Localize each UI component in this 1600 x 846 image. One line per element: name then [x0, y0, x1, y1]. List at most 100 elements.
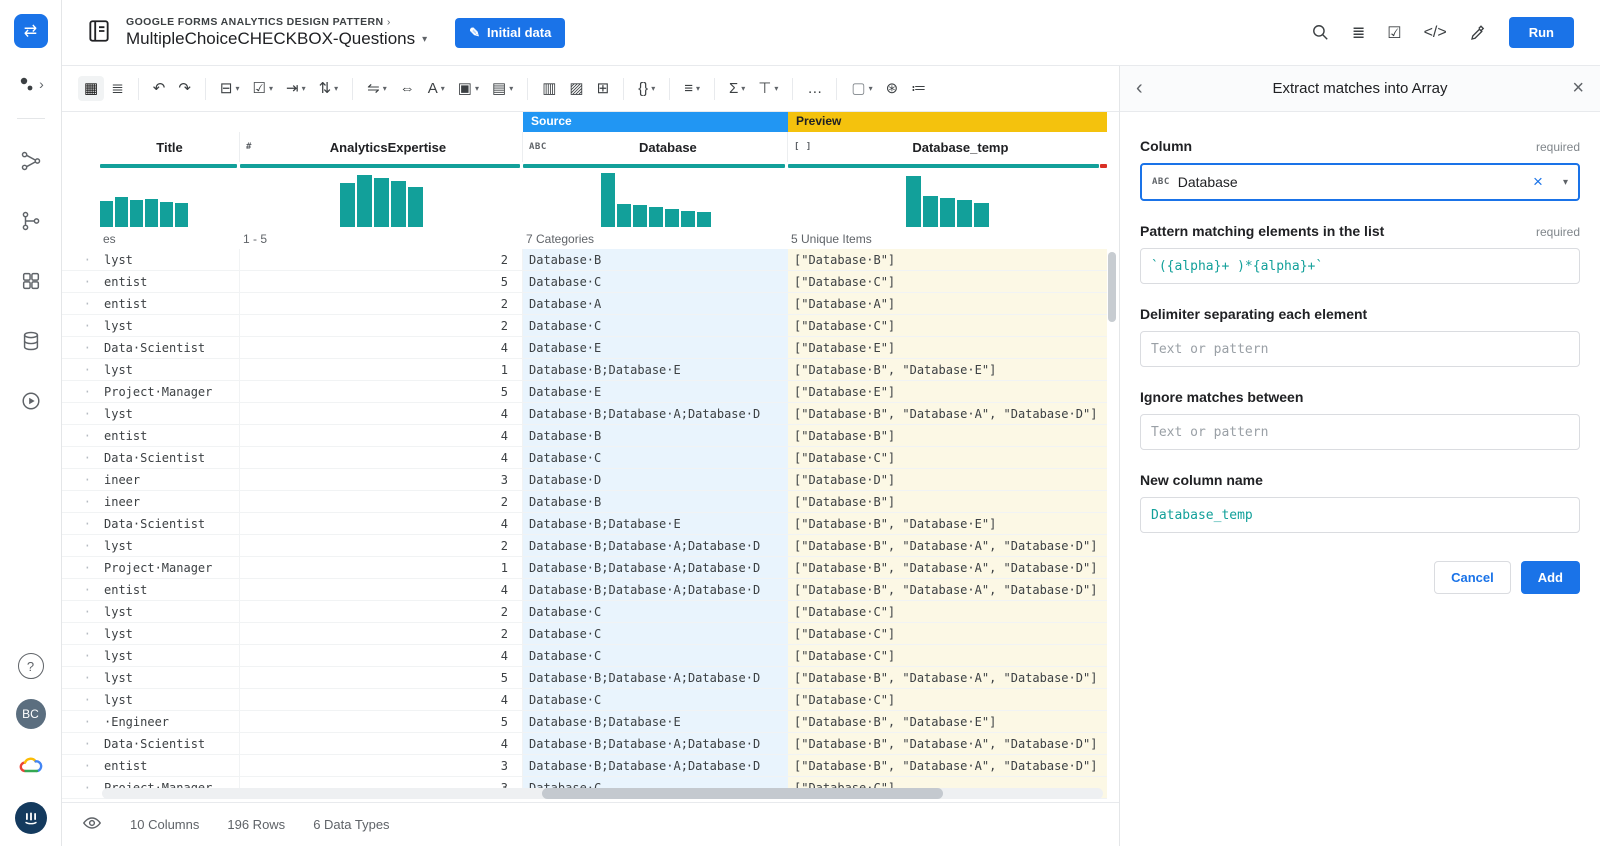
cell-database-temp[interactable]: ["Database·B", "Database·A", "Database·D…	[788, 535, 1107, 556]
cell-analyticsexpertise[interactable]: 1	[240, 359, 523, 380]
histogram-bar[interactable]	[115, 197, 128, 227]
cell-analyticsexpertise[interactable]: 4	[240, 579, 523, 600]
table-row[interactable]: ·Project·Manager1Database·B;Database·A;D…	[62, 557, 1107, 579]
cell-database-temp[interactable]: ["Database·B", "Database·A", "Database·D…	[788, 755, 1107, 776]
cell-title[interactable]: lyst	[100, 249, 240, 270]
pivot-button[interactable]: ▥	[536, 76, 562, 101]
cell-database[interactable]: Database·D	[523, 469, 788, 490]
histogram-bar[interactable]	[160, 202, 173, 227]
cell-analyticsexpertise[interactable]: 4	[240, 645, 523, 666]
histogram-bar[interactable]	[974, 203, 989, 227]
cell-title[interactable]: entist	[100, 755, 240, 776]
table-row[interactable]: ·lyst4Database·B;Database·A;Database·D["…	[62, 403, 1107, 425]
cell-analyticsexpertise[interactable]: 1	[240, 557, 523, 578]
cell-database[interactable]: Database·B;Database·E	[523, 513, 788, 534]
cell-analyticsexpertise[interactable]: 5	[240, 381, 523, 402]
cell-analyticsexpertise[interactable]: 2	[240, 315, 523, 336]
cell-title[interactable]: entist	[100, 425, 240, 446]
cell-title[interactable]: lyst	[100, 667, 240, 688]
cell-database-temp[interactable]: ["Database·C"]	[788, 447, 1107, 468]
histogram-bar[interactable]	[617, 204, 631, 227]
table-row[interactable]: ·lyst2Database·B;Database·A;Database·D["…	[62, 535, 1107, 557]
cell-database-temp[interactable]: ["Database·B"]	[788, 249, 1107, 270]
preview-tag[interactable]: Preview	[788, 112, 1107, 132]
cell-analyticsexpertise[interactable]: 4	[240, 337, 523, 358]
histogram-bar[interactable]	[130, 200, 143, 227]
table-row[interactable]: ·lyst4Database·C["Database·C"]	[62, 689, 1107, 711]
cell-database-temp[interactable]: ["Database·B", "Database·E"]	[788, 513, 1107, 534]
histogram-bar[interactable]	[175, 203, 188, 227]
cell-analyticsexpertise[interactable]: 2	[240, 491, 523, 512]
cell-database-temp[interactable]: ["Database·A"]	[788, 293, 1107, 314]
code-view-button[interactable]: </>	[1424, 24, 1447, 42]
cell-database-temp[interactable]: ["Database·B", "Database·A", "Database·D…	[788, 557, 1107, 578]
format-button[interactable]: A▾	[422, 76, 451, 101]
sort-button[interactable]: ⇅▾	[313, 76, 345, 101]
table-row[interactable]: ·Data·Scientist4Database·E["Database·E"]	[62, 337, 1107, 359]
cell-database-temp[interactable]: ["Database·C"]	[788, 271, 1107, 292]
table-row[interactable]: ·ineer3Database·D["Database·D"]	[62, 469, 1107, 491]
table-row[interactable]: ··Engineer5Database·B;Database·E["Databa…	[62, 711, 1107, 733]
sidebar-item-flows[interactable]: ›	[17, 74, 44, 94]
histogram-analyticsexpertise[interactable]	[240, 169, 523, 229]
column-select[interactable]: ABC Database × ▾	[1140, 163, 1580, 201]
cell-database-temp[interactable]: ["Database·E"]	[788, 381, 1107, 402]
table-row[interactable]: ·Data·Scientist4Database·B;Database·E["D…	[62, 513, 1107, 535]
app-logo[interactable]: ⇄	[14, 14, 48, 48]
sidebar-item-connections[interactable]	[11, 321, 51, 361]
clear-selection-icon[interactable]: ×	[1533, 172, 1543, 192]
cell-database-temp[interactable]: ["Database·C"]	[788, 601, 1107, 622]
cell-database[interactable]: Database·C	[523, 601, 788, 622]
help-button[interactable]: ?	[18, 653, 44, 679]
back-button[interactable]: ‹	[1136, 77, 1158, 100]
histogram-bar[interactable]	[923, 196, 938, 227]
histogram-bar[interactable]	[374, 178, 389, 227]
cell-database-temp[interactable]: ["Database·D"]	[788, 469, 1107, 490]
caret-down-icon[interactable]: ▾	[1563, 177, 1568, 188]
initial-data-button[interactable]: ✎ Initial data	[455, 18, 565, 48]
table-row[interactable]: ·lyst5Database·B;Database·A;Database·D["…	[62, 667, 1107, 689]
table-row[interactable]: ·entist5Database·C["Database·C"]	[62, 271, 1107, 293]
horizontal-scrollbar-thumb[interactable]	[542, 788, 942, 799]
avatar[interactable]: BC	[16, 699, 46, 729]
histogram-bar[interactable]	[408, 187, 423, 227]
cell-analyticsexpertise[interactable]: 5	[240, 271, 523, 292]
aggregate-button[interactable]: Σ▾	[723, 76, 751, 101]
validate-button[interactable]: ☑▾	[247, 76, 279, 101]
histogram-bar[interactable]	[601, 173, 615, 227]
histogram-database-temp[interactable]	[788, 169, 1107, 229]
cell-database-temp[interactable]: ["Database·B", "Database·A", "Database·D…	[788, 667, 1107, 688]
table-row[interactable]: ·lyst2Database·B["Database·B"]	[62, 249, 1107, 271]
histogram-bar[interactable]	[340, 183, 355, 227]
cell-title[interactable]: lyst	[100, 601, 240, 622]
search-button[interactable]	[1311, 23, 1330, 42]
cell-title[interactable]: Data·Scientist	[100, 733, 240, 754]
column-header-database[interactable]: ABC Database	[523, 132, 788, 162]
table-row[interactable]: ·lyst2Database·C["Database·C"]	[62, 601, 1107, 623]
cell-analyticsexpertise[interactable]: 5	[240, 711, 523, 732]
cell-database[interactable]: Database·B;Database·A;Database·D	[523, 755, 788, 776]
source-tag[interactable]: Source	[523, 112, 788, 132]
google-cloud-logo[interactable]	[18, 755, 44, 780]
preview-eye-button[interactable]	[82, 813, 102, 836]
table-ops-button[interactable]: ▤▾	[486, 76, 519, 101]
cell-analyticsexpertise[interactable]: 5	[240, 667, 523, 688]
pattern-input[interactable]	[1140, 248, 1580, 284]
histogram-bar[interactable]	[633, 205, 647, 227]
cell-database[interactable]: Database·B;Database·A;Database·D	[523, 557, 788, 578]
functions-button[interactable]: {}▾	[632, 76, 661, 101]
table-row[interactable]: ·Data·Scientist4Database·C["Database·C"]	[62, 447, 1107, 469]
histogram-title[interactable]	[100, 169, 240, 229]
quality-bar-title[interactable]	[100, 164, 237, 168]
cell-database[interactable]: Database·B;Database·A;Database·D	[523, 733, 788, 754]
cell-title[interactable]: Project·Manager	[100, 381, 240, 402]
cell-database-temp[interactable]: ["Database·C"]	[788, 315, 1107, 336]
sidebar-item-library[interactable]	[11, 261, 51, 301]
histogram-bar[interactable]	[649, 207, 663, 227]
cell-database[interactable]: Database·B;Database·A;Database·D	[523, 535, 788, 556]
histogram-bar[interactable]	[957, 200, 972, 227]
cell-database[interactable]: Database·B;Database·A;Database·D	[523, 667, 788, 688]
cell-database-temp[interactable]: ["Database·C"]	[788, 623, 1107, 644]
table-row[interactable]: ·entist4Database·B["Database·B"]	[62, 425, 1107, 447]
histogram-bar[interactable]	[357, 175, 372, 227]
